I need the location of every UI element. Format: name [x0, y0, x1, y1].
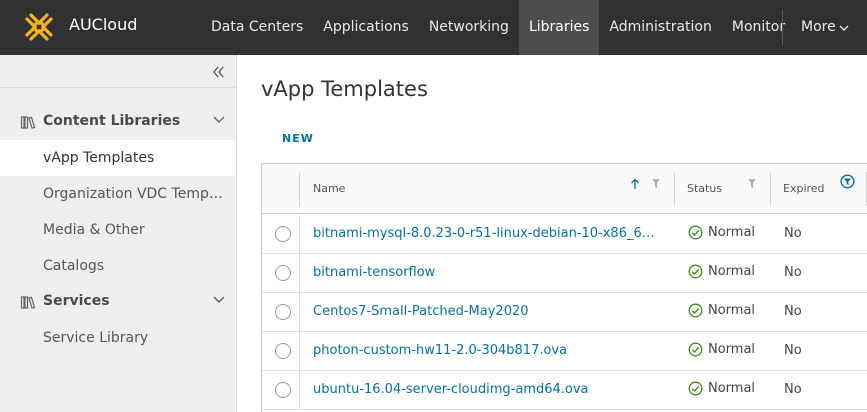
row-separator	[299, 254, 300, 293]
status-text: Normal	[708, 264, 756, 279]
column-separator	[299, 172, 300, 206]
template-name-link[interactable]: Centos7-Small-Patched-May2020	[313, 304, 663, 319]
sidebar: Content Libraries vApp Templates Organiz…	[0, 55, 237, 412]
sidebar-group-content-libraries[interactable]: Content Libraries	[0, 104, 236, 140]
more-menu[interactable]: More	[801, 0, 849, 55]
templates-grid: Name Status Expired bitnami-mysql-8.0.23…	[261, 163, 867, 412]
column-separator	[674, 172, 675, 206]
status-text: Normal	[708, 303, 756, 318]
nav-administration[interactable]: Administration	[599, 0, 721, 55]
status-text: Normal	[708, 225, 756, 240]
sort-ascending-icon[interactable]	[630, 178, 640, 190]
row-select-radio[interactable]	[275, 382, 291, 398]
row-select-radio[interactable]	[275, 265, 291, 281]
nav-networking[interactable]: Networking	[419, 0, 519, 55]
sidebar-divider	[0, 87, 236, 88]
filter-active-icon[interactable]	[840, 174, 855, 189]
template-name-link[interactable]: bitnami-tensorflow	[313, 265, 663, 280]
check-circle-icon	[688, 225, 703, 240]
sidebar-item-org-vdc-templates[interactable]: Organization VDC Templ...	[0, 176, 236, 212]
sidebar-group-services[interactable]: Services	[0, 284, 236, 320]
template-name-link[interactable]: photon-custom-hw11-2.0-304b817.ova	[313, 343, 663, 358]
nav-libraries[interactable]: Libraries	[518, 0, 600, 55]
chevron-down-icon	[213, 116, 225, 123]
status-text: Normal	[708, 342, 756, 357]
column-header-expired[interactable]: Expired	[783, 170, 825, 220]
brand-name[interactable]: AUCloud	[69, 15, 137, 34]
chevron-down-icon	[839, 25, 849, 31]
main-nav: Data Centers Applications Networking Lib…	[201, 0, 795, 55]
nav-divider	[782, 10, 783, 45]
row-select-radio[interactable]	[275, 226, 291, 242]
collapse-sidebar-icon[interactable]	[210, 64, 226, 80]
expired-cell: No	[784, 382, 802, 397]
check-circle-icon	[688, 381, 703, 396]
grid-header: Name Status Expired	[262, 164, 867, 214]
sidebar-group-label: Content Libraries	[43, 113, 181, 129]
more-label: More	[801, 19, 836, 35]
sidebar-item-catalogs[interactable]: Catalogs	[0, 248, 236, 284]
row-separator	[299, 371, 300, 410]
column-header-status[interactable]: Status	[687, 170, 722, 220]
expired-cell: No	[784, 265, 802, 280]
library-icon	[20, 116, 36, 129]
table-row[interactable]: Centos7-Small-Patched-May2020 Normal No	[262, 293, 867, 332]
table-row[interactable]: photon-custom-hw11-2.0-304b817.ova Norma…	[262, 332, 867, 371]
row-select-radio[interactable]	[275, 343, 291, 359]
status-cell: Normal	[688, 342, 755, 357]
filter-icon[interactable]	[747, 178, 757, 189]
status-text: Normal	[708, 381, 756, 396]
chevron-down-icon	[213, 296, 225, 303]
table-row[interactable]: bitnami-mysql-8.0.23-0-r51-linux-debian-…	[262, 215, 867, 254]
row-separator	[299, 293, 300, 332]
status-cell: Normal	[688, 303, 755, 318]
sidebar-item-service-library[interactable]: Service Library	[0, 320, 236, 356]
status-cell: Normal	[688, 264, 755, 279]
expired-cell: No	[784, 304, 802, 319]
nav-monitor[interactable]: Monitor	[722, 0, 795, 55]
column-header-name[interactable]: Name	[313, 170, 345, 220]
expired-cell: No	[784, 226, 802, 241]
template-name-link[interactable]: ubuntu-16.04-server-cloudimg-amd64.ova	[313, 382, 663, 397]
row-separator	[299, 215, 300, 254]
nav-applications[interactable]: Applications	[313, 0, 419, 55]
row-select-radio[interactable]	[275, 304, 291, 320]
page-title: vApp Templates	[261, 77, 428, 101]
check-circle-icon	[688, 264, 703, 279]
status-cell: Normal	[688, 381, 755, 396]
status-cell: Normal	[688, 225, 755, 240]
table-row[interactable]: ubuntu-16.04-server-cloudimg-amd64.ova N…	[262, 371, 867, 410]
expired-cell: No	[784, 343, 802, 358]
check-circle-icon	[688, 342, 703, 357]
library-icon	[20, 296, 36, 309]
table-row[interactable]: bitnami-tensorflow Normal No	[262, 254, 867, 293]
top-header: AUCloud Data Centers Applications Networ…	[0, 0, 867, 55]
template-name-link[interactable]: bitnami-mysql-8.0.23-0-r51-linux-debian-…	[313, 226, 663, 241]
sidebar-item-media-other[interactable]: Media & Other	[0, 212, 236, 248]
main-content: vApp Templates NEW Name Status Expired b…	[237, 55, 867, 412]
row-separator	[299, 332, 300, 371]
filter-icon[interactable]	[651, 178, 661, 189]
check-circle-icon	[688, 303, 703, 318]
column-separator	[770, 172, 771, 206]
new-button[interactable]: NEW	[282, 132, 314, 145]
sidebar-item-vapp-templates[interactable]: vApp Templates	[0, 140, 236, 176]
brand-logo-icon[interactable]	[21, 9, 57, 45]
sidebar-group-label: Services	[43, 293, 110, 309]
nav-data-centers[interactable]: Data Centers	[201, 0, 313, 55]
